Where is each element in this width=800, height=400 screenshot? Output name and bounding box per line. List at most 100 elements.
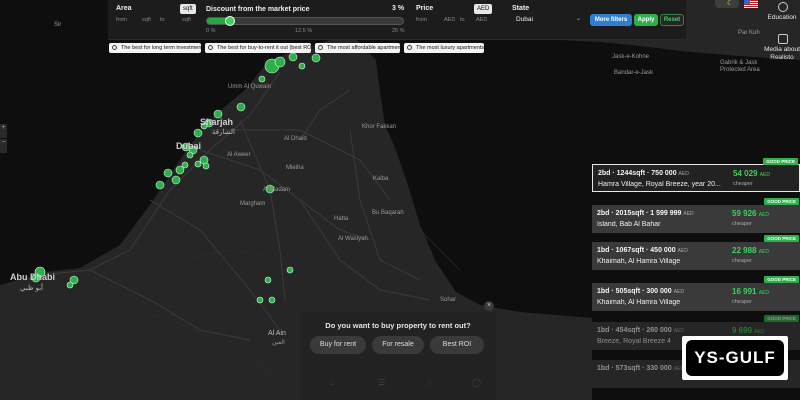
- listing-marker[interactable]: [298, 62, 306, 70]
- quick-filter-affordable[interactable]: The most affordable apartments: [315, 43, 405, 53]
- media-link[interactable]: Media about Realisto: [764, 46, 800, 62]
- moon-icon: ☾: [727, 0, 734, 7]
- star-icon[interactable]: ☆: [426, 378, 433, 387]
- listing-marker[interactable]: [186, 151, 194, 159]
- map-label-al-aweer: Al Aweer: [227, 152, 251, 158]
- price-currency-toggle[interactable]: AED: [474, 4, 493, 14]
- map-label-abu-dhabi: Abu Dhabi: [10, 272, 55, 282]
- listing-card[interactable]: GOOD PRICE 2bd · 2015sqft · 1 599 999 AE…: [592, 198, 800, 233]
- watermark-text: YS-GULF: [694, 348, 776, 367]
- area-unit-toggle[interactable]: sqft: [180, 4, 196, 14]
- price-label: Price: [416, 5, 434, 12]
- discount-slider-thumb[interactable]: [224, 16, 235, 26]
- chevron-down-icon[interactable]: ⌄: [576, 15, 581, 22]
- listing-card[interactable]: GOOD PRICE 1bd · 1067sqft · 450 000 AED …: [592, 235, 800, 270]
- best-roi-button[interactable]: Best ROI: [430, 336, 484, 354]
- listing-saving: 54 029 AED: [733, 169, 770, 178]
- chip-label: The best for buy-to-rent it out (best RO…: [217, 45, 315, 51]
- listing-card[interactable]: GOOD PRICE 2bd · 1244sqft · 750 000 AED …: [592, 158, 800, 192]
- more-filters-button[interactable]: More filters: [590, 14, 632, 26]
- listing-title: 1bd · 505sqft · 300 000 AED: [597, 288, 684, 295]
- apply-button[interactable]: Apply: [634, 14, 658, 26]
- discount-tick-min: 0 %: [206, 28, 216, 34]
- listing-marker[interactable]: [163, 168, 173, 178]
- chip-label: The most affordable apartments: [327, 45, 405, 51]
- close-icon[interactable]: ×: [484, 301, 494, 311]
- map-label-bandar-e-jask: Bandar-e-Jask: [614, 70, 654, 76]
- listing-marker[interactable]: [268, 296, 276, 304]
- quick-filter-buy-to-rent[interactable]: The best for buy-to-rent it out (best RO…: [205, 43, 315, 53]
- search-icon: [208, 45, 213, 50]
- discount-slider-track[interactable]: [206, 17, 404, 25]
- price-to-unit: AED: [476, 17, 488, 23]
- good-price-badge: GOOD PRICE: [764, 235, 799, 242]
- area-to-input[interactable]: to: [160, 17, 165, 23]
- listing-cheaper-label: cheaper: [732, 299, 752, 305]
- map-label-margham: Margham: [240, 201, 266, 207]
- listing-marker[interactable]: [311, 53, 321, 63]
- map-label-al-ain-ar: العين: [272, 340, 285, 346]
- listing-marker[interactable]: [288, 52, 298, 62]
- price-from-input[interactable]: from: [416, 17, 427, 23]
- listing-marker[interactable]: [181, 161, 189, 169]
- map-label-al-wasiyah: Al Wasiyah: [338, 236, 368, 242]
- theme-toggle[interactable]: ☾: [715, 0, 739, 8]
- map-label-abu-dhabi-ar: أبو ظبي: [20, 285, 43, 292]
- zoom-out-button[interactable]: −: [0, 139, 7, 153]
- quick-filter-long-term[interactable]: The best for long term investments: [109, 43, 206, 53]
- quick-filter-luxury[interactable]: The most luxury apartments: [404, 43, 484, 53]
- listing-saving: 22 988 AED: [732, 246, 769, 255]
- map-label-dubai: Dubai: [176, 141, 202, 151]
- home-icon[interactable]: ⌂: [330, 378, 335, 387]
- listing-marker[interactable]: [286, 266, 294, 274]
- area-label: Area: [116, 5, 132, 12]
- listing-saving: 9 690 AED: [732, 326, 765, 335]
- education-link[interactable]: Education: [764, 14, 800, 22]
- map-label-kalba: Kalba: [373, 176, 389, 182]
- map-label-sohar: Sohar: [440, 297, 457, 303]
- listing-title: 1bd · 573sqft · 330 000 AED: [597, 365, 684, 372]
- for-resale-button[interactable]: For resale: [372, 336, 424, 354]
- listing-title: 2bd · 2015sqft · 1 599 999 AED: [597, 210, 694, 217]
- state-select[interactable]: Dubai: [516, 16, 533, 23]
- map-label-gabrik: Gabrik & Jask Protected Area: [720, 60, 760, 73]
- listing-marker[interactable]: [258, 75, 266, 83]
- listing-marker[interactable]: [256, 296, 264, 304]
- listing-cheaper-label: cheaper: [733, 181, 753, 187]
- media-icon: [778, 34, 788, 44]
- reset-button[interactable]: Reset: [660, 14, 684, 26]
- listing-marker[interactable]: [264, 276, 272, 284]
- listing-address: Khaimah, Al Hamra Village: [597, 299, 681, 306]
- map-label-umm-al-quwain: Umm Al Quwain: [228, 84, 272, 90]
- app-root: Sharjah الشارقة Dubai Abu Dhabi أبو ظبي …: [0, 0, 800, 400]
- area-from-input[interactable]: from: [116, 17, 127, 23]
- listing-marker[interactable]: [194, 160, 202, 168]
- filter-panel: Area sqft from sqft to sqft Discount fro…: [108, 0, 686, 40]
- price-from-unit: AED: [444, 17, 456, 23]
- map-label-al-madam: Al Madam: [263, 187, 291, 193]
- area-from-unit: sqft: [142, 17, 151, 23]
- listing-marker[interactable]: [236, 102, 246, 112]
- discount-tick-max: 25 %: [392, 28, 405, 34]
- map-label-jask: Jask-e-Kohne: [612, 54, 650, 60]
- map-label-khor-fakkan: Khor Fakkan: [362, 124, 397, 130]
- listing-address: Hamra Village, Royal Breeze, year 20...: [598, 181, 721, 188]
- price-to-input[interactable]: to: [460, 17, 465, 23]
- listing-marker[interactable]: [155, 180, 165, 190]
- language-flag-icon[interactable]: [744, 0, 758, 8]
- listing-marker[interactable]: [274, 56, 286, 68]
- good-price-badge: GOOD PRICE: [764, 276, 799, 283]
- listing-title: 1bd · 454sqft · 260 000 AED: [597, 327, 684, 334]
- buy-for-rent-button[interactable]: Buy for rent: [310, 336, 366, 354]
- user-icon[interactable]: ◯: [472, 378, 481, 387]
- listing-marker[interactable]: [202, 162, 210, 170]
- bottom-toolbar: ⌂ ☰ ☆ ◯: [300, 370, 496, 400]
- listing-marker[interactable]: [193, 128, 203, 138]
- listing-marker[interactable]: [171, 175, 181, 185]
- listing-card[interactable]: GOOD PRICE 1bd · 505sqft · 300 000 AED K…: [592, 276, 800, 311]
- listing-marker[interactable]: [66, 281, 74, 289]
- zoom-in-button[interactable]: +: [0, 124, 7, 138]
- list-icon[interactable]: ☰: [378, 378, 385, 387]
- map-label-sir: Sir: [54, 22, 62, 28]
- map-label-bu-baqarah: Bu Baqarah: [372, 210, 404, 216]
